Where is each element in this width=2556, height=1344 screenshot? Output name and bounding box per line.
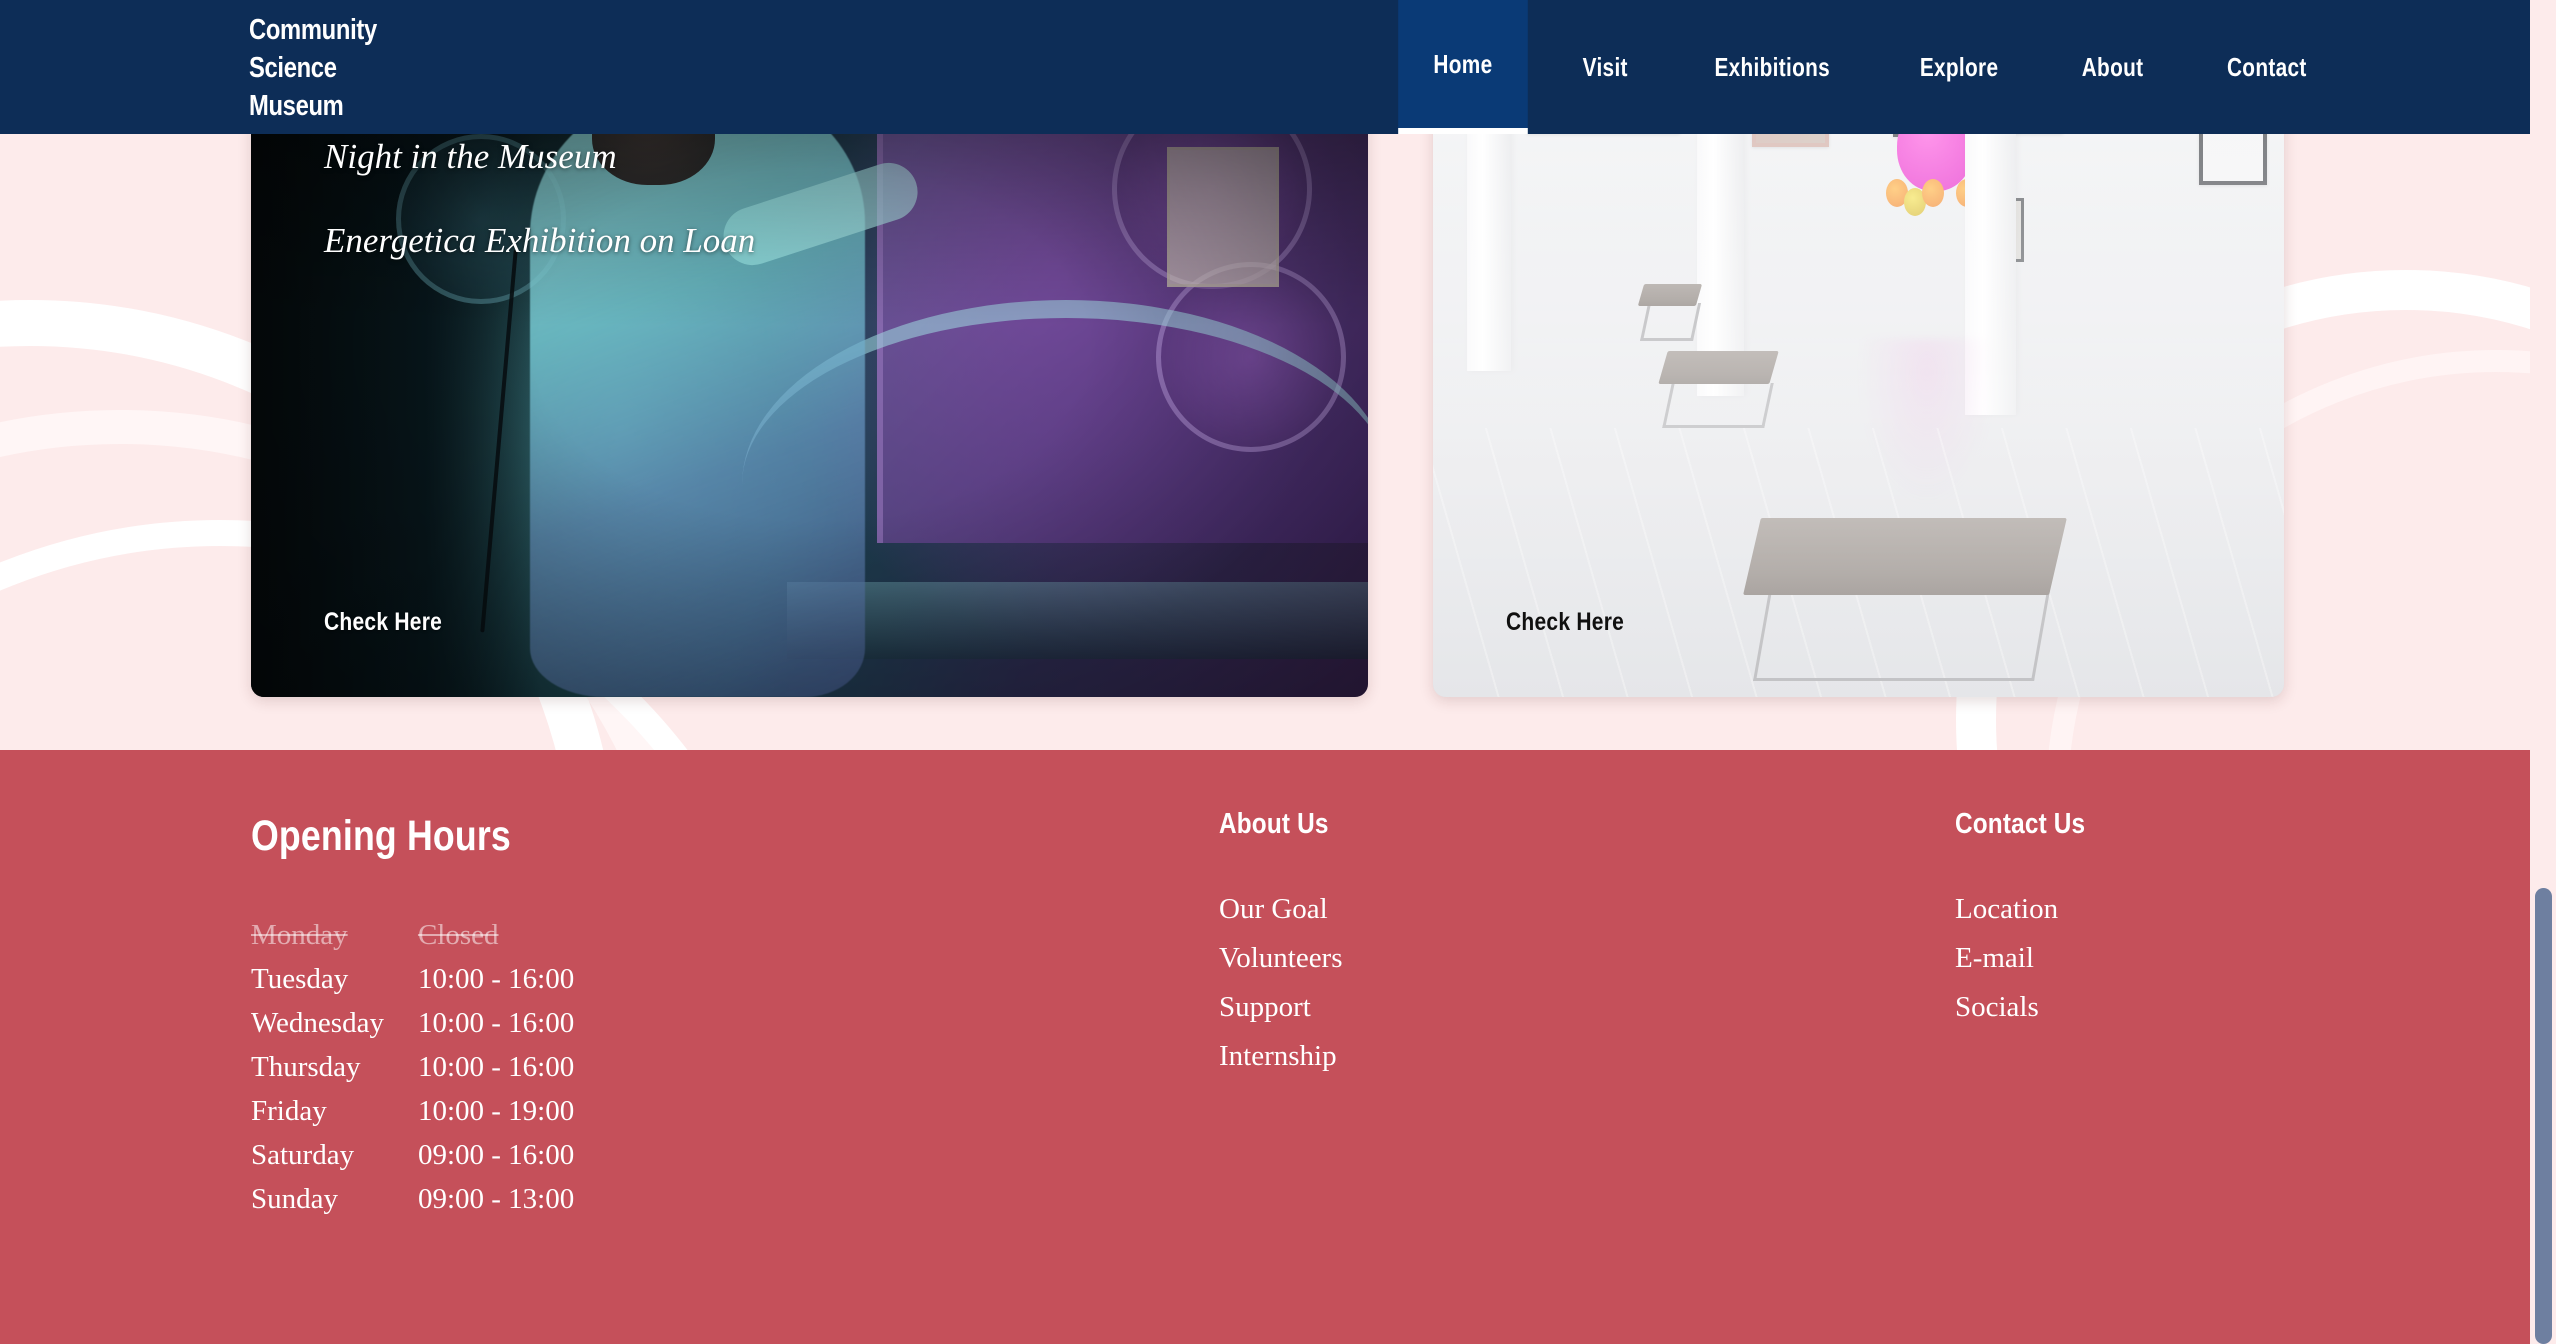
hours-time-sunday: 09:00 - 13:00 [417, 1183, 575, 1215]
table-row: Saturday 09:00 - 16:00 [251, 1139, 574, 1183]
page-scrollbar-thumb[interactable] [2535, 888, 2552, 1344]
site-logo[interactable]: Community Science Museum [249, 11, 377, 125]
footer-link-internship[interactable]: Internship [1219, 1040, 1349, 1073]
footer-link-email[interactable]: E-mail [1955, 942, 2110, 975]
nav-item-explore[interactable]: Explore [1894, 0, 2025, 134]
site-header: Community Science Museum Home Visit Exhi… [0, 0, 2530, 134]
logo-line-3: Museum [249, 90, 344, 122]
gallery-photo [1433, 57, 2284, 697]
hours-day-monday: Monday [251, 919, 348, 951]
hours-time-wednesday: 10:00 - 16:00 [417, 1007, 575, 1039]
nav-item-visit[interactable]: Visit [1556, 0, 1654, 134]
table-row: Wednesday 10:00 - 16:00 [251, 1007, 574, 1051]
card-title-night-in-the-museum: Night in the Museum [324, 137, 617, 176]
footer-column-about-us: About Us Our Goal Volunteers Support Int… [1219, 808, 1349, 1089]
table-row: Monday Closed [251, 919, 574, 963]
hours-time-saturday: 09:00 - 16:00 [417, 1139, 575, 1171]
about-us-heading: About Us [1219, 808, 1329, 840]
hours-day-friday: Friday [251, 1095, 327, 1127]
table-row: Sunday 09:00 - 13:00 [251, 1183, 574, 1227]
site-footer: Opening Hours Monday Closed Tuesday 10:0… [0, 750, 2530, 1344]
card-title-group: Night in the Museum Energetica Exhibitio… [324, 137, 755, 305]
hours-time-thursday: 10:00 - 16:00 [417, 1051, 575, 1083]
card-image-gallery [1433, 57, 2284, 697]
footer-link-support[interactable]: Support [1219, 991, 1349, 1024]
table-row: Friday 10:00 - 19:00 [251, 1095, 574, 1139]
nav-item-exhibitions[interactable]: Exhibitions [1688, 0, 1856, 134]
about-us-link-list: Our Goal Volunteers Support Internship [1219, 893, 1349, 1073]
hours-day-wednesday: Wednesday [251, 1007, 384, 1039]
footer-link-socials[interactable]: Socials [1955, 991, 2110, 1024]
main-navigation: Home Visit Exhibitions Explore About Con… [1382, 0, 2350, 134]
site-root: Community Science Museum Home Visit Exhi… [0, 0, 2530, 1344]
contact-us-heading: Contact Us [1955, 808, 2086, 840]
check-here-link-right[interactable]: Check Here [1506, 608, 1624, 637]
table-row: Thursday 10:00 - 16:00 [251, 1051, 574, 1095]
feature-card-gallery[interactable]: Check Here [1433, 57, 2284, 697]
feature-card-row: Night in the Museum Energetica Exhibitio… [0, 57, 2530, 697]
nav-item-contact[interactable]: Contact [2201, 0, 2333, 134]
logo-line-1: Community [249, 14, 377, 46]
card-title-energetica-exhibition: Energetica Exhibition on Loan [324, 221, 756, 260]
contact-us-link-list: Location E-mail Socials [1955, 893, 2110, 1024]
feature-card-night-in-the-museum[interactable]: Night in the Museum Energetica Exhibitio… [251, 57, 1368, 697]
nav-item-home[interactable]: Home [1398, 0, 1529, 134]
main-content: Night in the Museum Energetica Exhibitio… [0, 57, 2530, 750]
hours-time-friday: 10:00 - 19:00 [417, 1095, 575, 1127]
hours-time-monday: Closed [417, 919, 499, 951]
hours-day-tuesday: Tuesday [251, 963, 349, 995]
hours-day-thursday: Thursday [251, 1051, 361, 1083]
logo-line-2: Science [249, 52, 337, 84]
opening-hours-heading: Opening Hours [251, 812, 511, 860]
page-scrollbar-track[interactable] [2530, 0, 2556, 1344]
footer-column-contact-us: Contact Us Location E-mail Socials [1955, 808, 2110, 1040]
check-here-link-left[interactable]: Check Here [324, 608, 442, 637]
hours-day-saturday: Saturday [251, 1139, 355, 1171]
hours-time-tuesday: 10:00 - 16:00 [417, 963, 575, 995]
footer-link-our-goal[interactable]: Our Goal [1219, 893, 1349, 926]
hours-day-sunday: Sunday [251, 1183, 338, 1215]
table-row: Tuesday 10:00 - 16:00 [251, 963, 574, 1007]
footer-link-location[interactable]: Location [1955, 893, 2110, 926]
opening-hours-table: Monday Closed Tuesday 10:00 - 16:00 Wedn… [251, 919, 574, 1227]
nav-item-about[interactable]: About [2056, 0, 2170, 134]
gallery-overlay-haze [1433, 57, 2284, 697]
footer-column-opening-hours: Opening Hours Monday Closed Tuesday 10:0… [251, 812, 574, 1227]
footer-link-volunteers[interactable]: Volunteers [1219, 942, 1349, 975]
